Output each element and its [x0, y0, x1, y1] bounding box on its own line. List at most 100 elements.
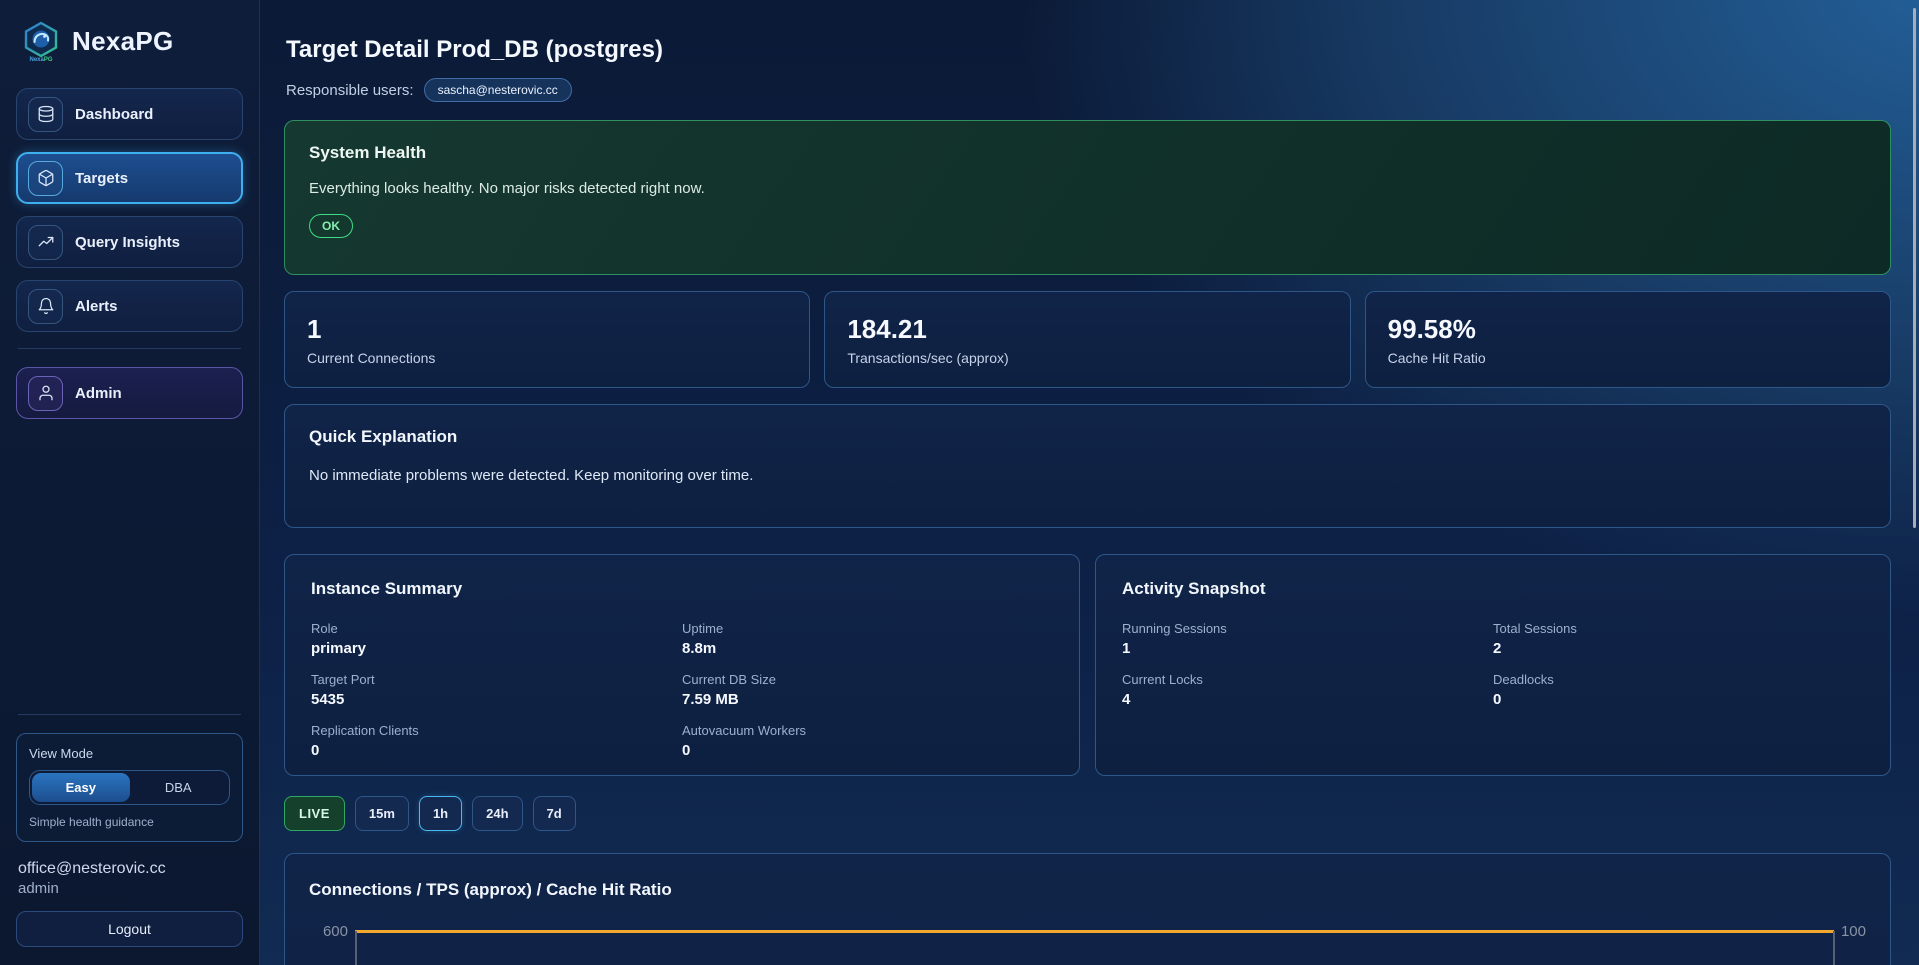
field-current-db-size: Current DB Size 7.59 MB: [682, 672, 1053, 708]
live-button[interactable]: LIVE: [284, 796, 345, 831]
field-label: Current DB Size: [682, 672, 1053, 687]
sidebar-item-targets[interactable]: Targets: [16, 152, 243, 204]
field-label: Total Sessions: [1493, 621, 1864, 636]
field-label: Running Sessions: [1122, 621, 1493, 636]
scrollbar-thumb[interactable]: [1913, 8, 1916, 528]
summary-row: Instance Summary Role primary Uptime 8.8…: [284, 554, 1891, 776]
range-button-15m[interactable]: 15m: [355, 796, 409, 831]
field-value: 0: [1493, 691, 1864, 708]
field-value: 8.8m: [682, 640, 1053, 657]
brand-name: NexaPG: [72, 26, 174, 57]
field-value: 5435: [311, 691, 682, 708]
stat-card-cache-hit-ratio: 99.58% Cache Hit Ratio: [1365, 291, 1891, 388]
chart-plot-area: 600 100: [309, 930, 1866, 945]
nexapg-logo-icon: NexaPG: [20, 20, 62, 62]
left-axis-max-label: 600: [309, 924, 355, 939]
field-value: 0: [311, 742, 682, 759]
responsible-users-row: Responsible users: sascha@nesterovic.cc: [286, 78, 1891, 102]
quick-explanation-card: Quick Explanation No immediate problems …: [284, 404, 1891, 528]
sidebar-divider: [18, 348, 241, 349]
stat-card-tps: 184.21 Transactions/sec (approx): [824, 291, 1350, 388]
trend-chart-icon: [28, 225, 63, 260]
sidebar: NexaPG NexaPG Dashboard Targets Query In…: [0, 0, 260, 965]
view-mode-toggle: Easy DBA: [29, 770, 230, 805]
view-mode-label: View Mode: [29, 746, 230, 761]
field-autovacuum-workers: Autovacuum Workers 0: [682, 723, 1053, 759]
responsible-user-badge: sascha@nesterovic.cc: [424, 78, 572, 102]
activity-snapshot-grid: Running Sessions 1 Total Sessions 2 Curr…: [1122, 621, 1864, 708]
field-label: Target Port: [311, 672, 682, 687]
database-icon: [28, 97, 63, 132]
stat-value: 184.21: [847, 314, 1327, 345]
sidebar-spacer: [16, 431, 243, 710]
field-label: Current Locks: [1122, 672, 1493, 687]
cube-icon: [28, 161, 63, 196]
time-range-controls: LIVE 15m 1h 24h 7d: [284, 796, 1891, 831]
quick-explanation-message: No immediate problems were detected. Kee…: [309, 467, 1866, 484]
stat-label: Cache Hit Ratio: [1388, 350, 1868, 366]
field-label: Replication Clients: [311, 723, 682, 738]
view-mode-caption: Simple health guidance: [29, 815, 230, 829]
stat-card-current-connections: 1 Current Connections: [284, 291, 810, 388]
stat-label: Transactions/sec (approx): [847, 350, 1327, 366]
field-label: Role: [311, 621, 682, 636]
user-role: admin: [18, 880, 241, 897]
view-mode-panel: View Mode Easy DBA Simple health guidanc…: [16, 733, 243, 842]
sidebar-item-label: Alerts: [75, 298, 118, 315]
sidebar-item-query-insights[interactable]: Query Insights: [16, 216, 243, 268]
stat-cards-row: 1 Current Connections 184.21 Transaction…: [284, 291, 1891, 388]
logout-button[interactable]: Logout: [16, 911, 243, 947]
stat-label: Current Connections: [307, 350, 787, 366]
right-axis-max-label: 100: [1834, 924, 1866, 939]
field-value: 4: [1122, 691, 1493, 708]
view-mode-option-dba[interactable]: DBA: [130, 773, 228, 802]
range-button-7d[interactable]: 7d: [533, 796, 576, 831]
field-deadlocks: Deadlocks 0: [1493, 672, 1864, 708]
quick-explanation-title: Quick Explanation: [309, 427, 1866, 447]
sidebar-item-alerts[interactable]: Alerts: [16, 280, 243, 332]
sidebar-item-label: Query Insights: [75, 234, 180, 251]
instance-summary-card: Instance Summary Role primary Uptime 8.8…: [284, 554, 1080, 776]
system-health-card: System Health Everything looks healthy. …: [284, 120, 1891, 275]
metrics-chart-card: Connections / TPS (approx) / Cache Hit R…: [284, 853, 1891, 965]
field-label: Uptime: [682, 621, 1053, 636]
field-running-sessions: Running Sessions 1: [1122, 621, 1493, 657]
field-target-port: Target Port 5435: [311, 672, 682, 708]
instance-summary-title: Instance Summary: [311, 579, 1053, 599]
chart-title: Connections / TPS (approx) / Cache Hit R…: [309, 880, 1866, 900]
sidebar-item-dashboard[interactable]: Dashboard: [16, 88, 243, 140]
activity-snapshot-title: Activity Snapshot: [1122, 579, 1864, 599]
page-scrollbar: [1909, 0, 1919, 965]
range-button-24h[interactable]: 24h: [472, 796, 522, 831]
field-value: 2: [1493, 640, 1864, 657]
field-total-sessions: Total Sessions 2: [1493, 621, 1864, 657]
view-mode-option-easy[interactable]: Easy: [32, 773, 130, 802]
page-title: Target Detail Prod_DB (postgres): [286, 36, 1891, 64]
field-replication-clients: Replication Clients 0: [311, 723, 682, 759]
stat-value: 1: [307, 314, 787, 345]
bell-icon: [28, 289, 63, 324]
field-value: 0: [682, 742, 1053, 759]
logo-hexagon-icon: [21, 21, 61, 61]
user-email: office@nesterovic.cc: [18, 860, 241, 878]
field-label: Deadlocks: [1493, 672, 1864, 687]
cache-hit-ratio-line: [355, 930, 1834, 933]
status-badge: OK: [309, 214, 353, 238]
field-role: Role primary: [311, 621, 682, 657]
sidebar-item-label: Targets: [75, 170, 128, 187]
system-health-message: Everything looks healthy. No major risks…: [309, 180, 1866, 197]
field-uptime: Uptime 8.8m: [682, 621, 1053, 657]
range-button-1h[interactable]: 1h: [419, 796, 462, 831]
brand-row: NexaPG NexaPG: [16, 18, 243, 64]
system-health-title: System Health: [309, 143, 1866, 163]
field-label: Autovacuum Workers: [682, 723, 1053, 738]
field-value: 1: [1122, 640, 1493, 657]
instance-summary-grid: Role primary Uptime 8.8m Target Port 543…: [311, 621, 1053, 759]
field-value: primary: [311, 640, 682, 657]
activity-snapshot-card: Activity Snapshot Running Sessions 1 Tot…: [1095, 554, 1891, 776]
main-content: Target Detail Prod_DB (postgres) Respons…: [260, 0, 1919, 965]
user-icon: [28, 376, 63, 411]
sidebar-item-label: Dashboard: [75, 106, 153, 123]
sidebar-item-admin[interactable]: Admin: [16, 367, 243, 419]
sidebar-bottom-divider: [18, 714, 241, 715]
